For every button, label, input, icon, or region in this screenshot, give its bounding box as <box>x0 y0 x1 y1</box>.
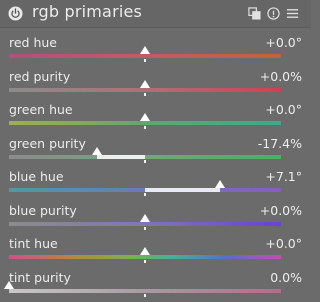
slider-value[interactable]: 0.0% <box>270 270 302 285</box>
slider-label: green purity <box>9 135 86 151</box>
slider-track[interactable] <box>9 255 281 259</box>
presets-icon[interactable] <box>286 7 299 20</box>
slider-track[interactable] <box>9 221 281 226</box>
slider-blue-purity[interactable]: blue purity +0.0% <box>0 201 311 234</box>
slider-value[interactable]: +0.0° <box>265 102 302 117</box>
module-header: rgb primaries <box>0 0 311 28</box>
slider-value[interactable]: +0.0° <box>265 35 302 50</box>
slider-center-tick <box>144 159 146 163</box>
slider-blue-hue[interactable]: blue hue +7.1° <box>0 167 311 200</box>
instances-icon[interactable] <box>248 7 261 20</box>
slider-center-tick <box>144 226 146 230</box>
slider-fill <box>97 154 145 159</box>
slider-label: tint hue <box>9 236 58 251</box>
slider-green-purity[interactable]: green purity -17.4% <box>0 134 311 167</box>
module-title: rgb primaries <box>32 2 143 21</box>
slider-handle[interactable] <box>140 113 150 121</box>
slider-label: red purity <box>9 68 71 84</box>
slider-center-tick <box>144 293 146 297</box>
slider-label: blue hue <box>9 169 64 184</box>
slider-value[interactable]: +0.0% <box>260 203 302 218</box>
slider-handle[interactable] <box>214 180 225 188</box>
power-icon[interactable] <box>8 6 23 21</box>
slider-handle[interactable] <box>140 46 150 54</box>
slider-handle[interactable] <box>4 280 14 289</box>
slider-label: blue purity <box>9 202 77 218</box>
slider-label: green hue <box>9 102 73 117</box>
slider-fill <box>145 188 220 192</box>
slider-label: tint purity <box>9 269 71 285</box>
slider-track[interactable] <box>9 121 281 125</box>
slider-tint-purity[interactable]: tint purity 0.0% <box>0 268 311 301</box>
slider-track[interactable] <box>9 54 281 58</box>
slider-value[interactable]: -17.4% <box>258 136 302 151</box>
slider-center-tick <box>144 260 146 263</box>
reset-icon[interactable] <box>267 7 280 20</box>
slider-track[interactable] <box>9 288 281 293</box>
slider-handle[interactable] <box>92 146 103 155</box>
slider-center-tick <box>144 92 146 96</box>
slider-value[interactable]: +7.1° <box>265 169 302 184</box>
slider-center-tick <box>144 126 146 129</box>
slider-center-tick <box>144 59 146 62</box>
slider-value[interactable]: +0.0% <box>260 69 302 84</box>
slider-handle[interactable] <box>140 247 150 255</box>
slider-tint-hue[interactable]: tint hue +0.0° <box>0 234 311 267</box>
slider-red-hue[interactable]: red hue +0.0° <box>0 33 311 66</box>
slider-center-tick <box>144 193 146 196</box>
slider-handle[interactable] <box>140 79 150 88</box>
slider-label: red hue <box>9 35 57 50</box>
slider-green-hue[interactable]: green hue +0.0° <box>0 100 311 133</box>
slider-track[interactable] <box>9 154 281 159</box>
slider-red-purity[interactable]: red purity +0.0% <box>0 67 311 100</box>
slider-value[interactable]: +0.0° <box>265 236 302 251</box>
slider-handle[interactable] <box>140 213 150 222</box>
slider-track[interactable] <box>9 87 281 92</box>
